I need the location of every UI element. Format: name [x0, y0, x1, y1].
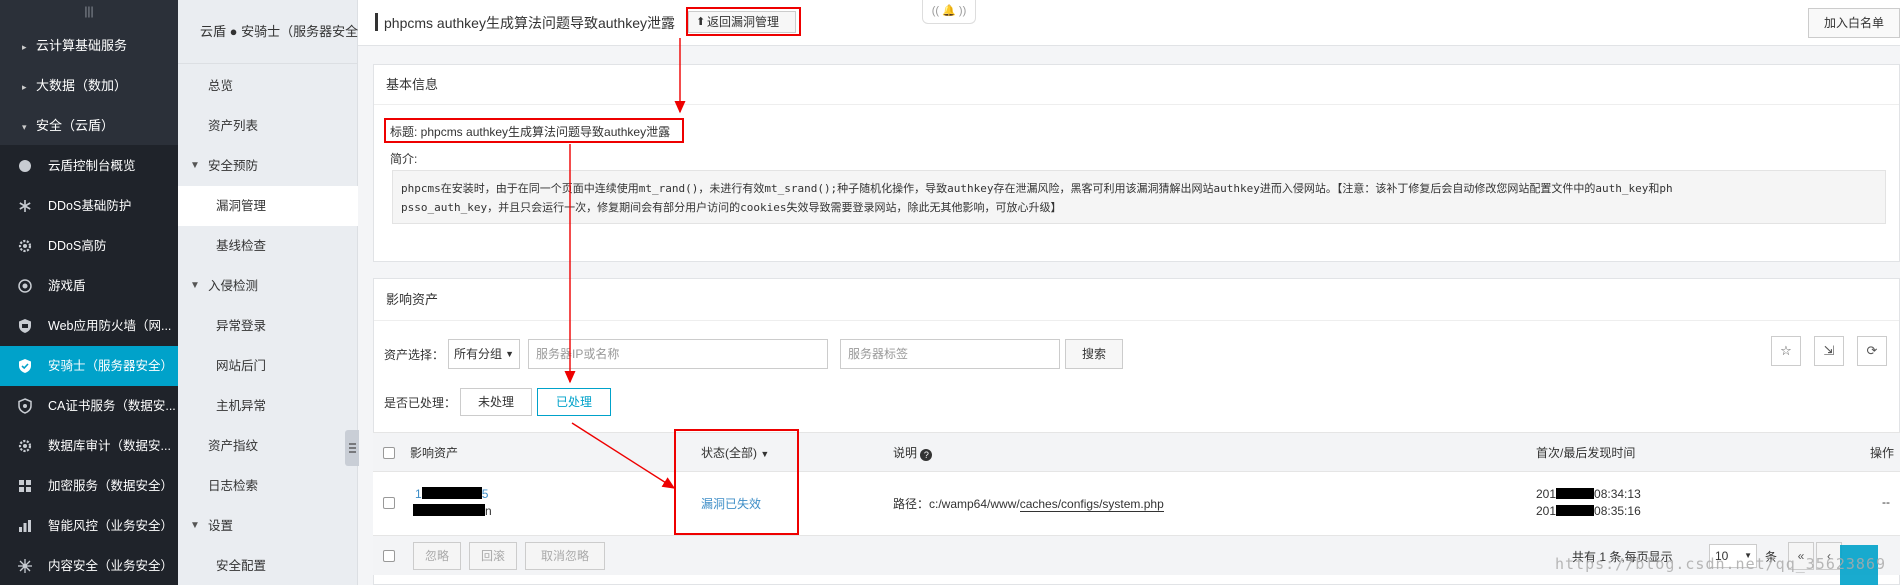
annotation-arrows [564, 38, 686, 489]
